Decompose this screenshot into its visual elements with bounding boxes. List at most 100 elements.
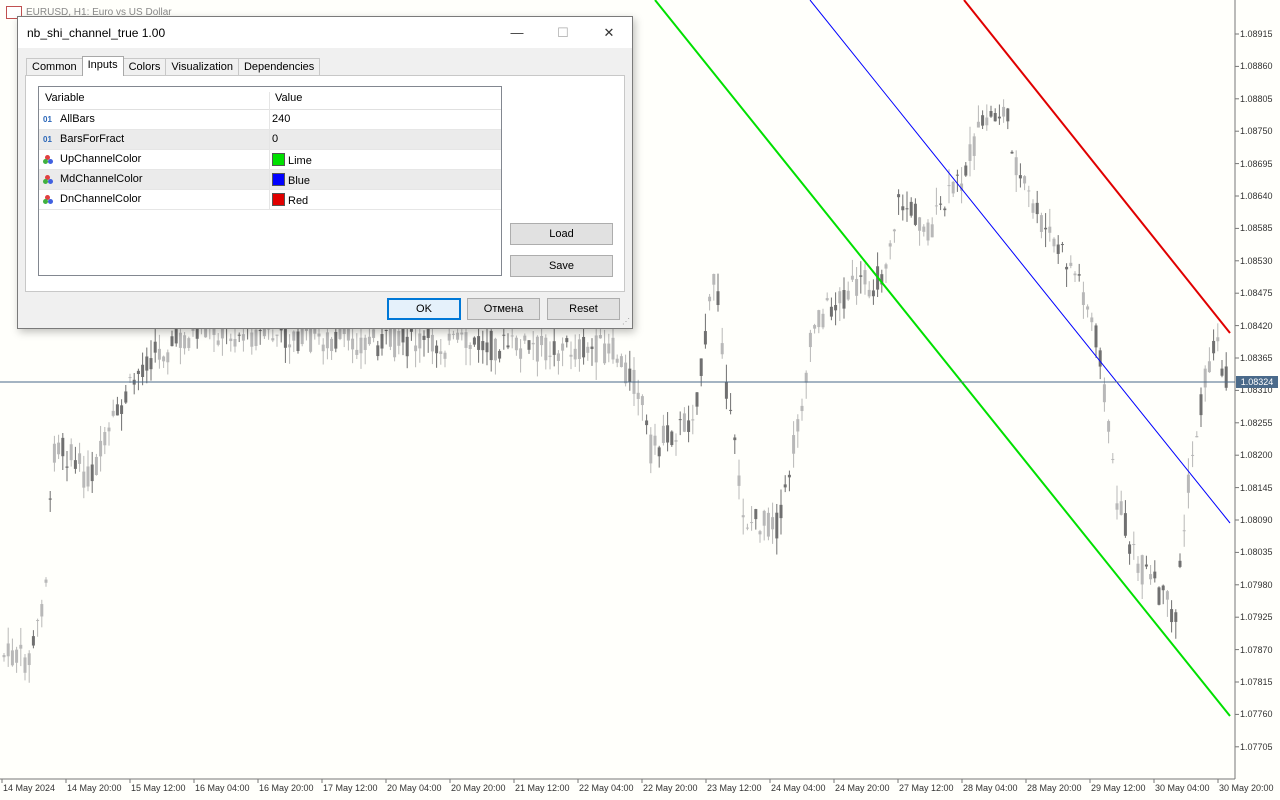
input-value[interactable]: Red [272, 193, 308, 207]
candle-body [716, 291, 720, 306]
variable-column-header[interactable]: Variable [45, 92, 85, 104]
candle-body [1052, 238, 1056, 247]
candle-body [981, 115, 985, 126]
candle-body [27, 653, 31, 666]
candle-body [863, 270, 867, 285]
candle-body [636, 392, 640, 399]
candle-body [502, 334, 506, 336]
candle-body [804, 372, 808, 383]
value-column-header[interactable]: Value [275, 92, 302, 104]
candle-body [619, 356, 623, 368]
candle-body [506, 345, 510, 348]
candle-body [48, 498, 52, 500]
candle-body [750, 522, 754, 524]
candle-body [976, 121, 980, 128]
price-tick-label: 1.08145 [1240, 482, 1273, 493]
candle-body [1157, 587, 1161, 605]
input-row-allbars[interactable]: 01 AllBars 240 [39, 110, 501, 130]
candle-body [1136, 563, 1140, 573]
price-tick-label: 1.07870 [1240, 644, 1273, 655]
input-row-barsforfract[interactable]: 01 BarsForFract 0 [39, 130, 501, 150]
cancel-button[interactable]: Отмена [467, 298, 540, 320]
input-value[interactable]: 0 [272, 133, 278, 145]
candle-body [582, 336, 586, 358]
maximize-button[interactable]: ☐ [540, 17, 586, 48]
candle-body [775, 512, 779, 539]
resize-grip-icon[interactable]: ⋰ [622, 318, 630, 326]
candle-body [65, 466, 69, 468]
candle-body [1081, 292, 1085, 305]
candle-body [993, 113, 997, 122]
candle-body [796, 419, 800, 432]
candle-body [103, 432, 107, 446]
candle-body [867, 289, 871, 297]
candle-body [1170, 609, 1174, 623]
candle-body [855, 278, 859, 296]
price-tick-label: 1.08530 [1240, 255, 1273, 266]
input-row-dnchannelcolor[interactable]: DnChannelColor Red [39, 190, 501, 210]
candle-body [170, 336, 174, 347]
candle-body [271, 338, 275, 341]
candle-body [548, 355, 552, 357]
candle-body [590, 346, 594, 349]
tab-inputs[interactable]: Inputs [81, 56, 124, 76]
candle-body [468, 345, 472, 349]
candle-body [157, 348, 161, 360]
candle-body [283, 326, 287, 348]
tab-common[interactable]: Common [26, 58, 83, 76]
input-variable: UpChannelColor [60, 153, 142, 165]
price-tick-label: 1.08915 [1240, 29, 1273, 39]
ok-button[interactable]: OK [387, 298, 461, 320]
current-price-badge: 1.08324 [1236, 376, 1278, 388]
candle-body [1207, 361, 1211, 373]
price-tick-label: 1.08585 [1240, 223, 1273, 234]
candle-body [355, 349, 359, 355]
candle-body [624, 362, 628, 384]
candle-body [1182, 530, 1186, 532]
input-value[interactable]: Lime [272, 153, 312, 167]
input-row-mdchannelcolor[interactable]: MdChannelColor Blue [39, 170, 501, 190]
candle-body [888, 243, 892, 247]
candle-body [674, 440, 678, 442]
minimize-button[interactable]: — [494, 17, 540, 48]
dialog-titlebar[interactable]: nb_shi_channel_true 1.00 — ☐ ✕ [18, 17, 632, 48]
time-tick-label: 16 May 20:00 [259, 783, 314, 793]
input-variable: MdChannelColor [60, 173, 143, 185]
close-button[interactable]: ✕ [586, 17, 632, 48]
candle-body [598, 335, 602, 339]
reset-button[interactable]: Reset [547, 298, 620, 320]
candle-body [955, 174, 959, 176]
tab-dependencies[interactable]: Dependencies [237, 58, 321, 76]
candle-body [892, 229, 896, 232]
time-tick-label: 17 May 12:00 [323, 783, 378, 793]
candle-body [649, 434, 653, 464]
price-tick-label: 1.08640 [1240, 191, 1273, 201]
candle-body [69, 444, 73, 461]
color-icon [43, 175, 53, 185]
candle-body [1123, 513, 1127, 536]
time-tick-label: 22 May 20:00 [643, 783, 698, 793]
price-tick-label: 1.08200 [1240, 450, 1273, 461]
input-row-upchannelcolor[interactable]: UpChannelColor Lime [39, 150, 501, 170]
time-tick-label: 29 May 12:00 [1091, 783, 1146, 793]
candle-body [754, 509, 758, 520]
color-swatch [272, 173, 285, 186]
candle-body [699, 358, 703, 376]
candle-body [1044, 227, 1048, 230]
time-tick-label: 27 May 12:00 [899, 783, 954, 793]
input-value[interactable]: Blue [272, 173, 310, 187]
input-value[interactable]: 240 [272, 113, 290, 125]
candle-body [73, 460, 77, 469]
time-tick-label: 20 May 04:00 [387, 783, 442, 793]
candle-body [128, 377, 132, 379]
candle-body [1191, 454, 1195, 456]
load-button[interactable]: Load [510, 223, 613, 245]
candle-body [918, 217, 922, 231]
candle-body [456, 332, 460, 340]
save-button[interactable]: Save [510, 255, 613, 277]
tab-colors[interactable]: Colors [122, 58, 167, 76]
candle-body [1073, 273, 1077, 276]
price-tick-label: 1.08695 [1240, 158, 1273, 169]
tab-visualization[interactable]: Visualization [165, 58, 239, 76]
candle-body [1035, 202, 1039, 215]
